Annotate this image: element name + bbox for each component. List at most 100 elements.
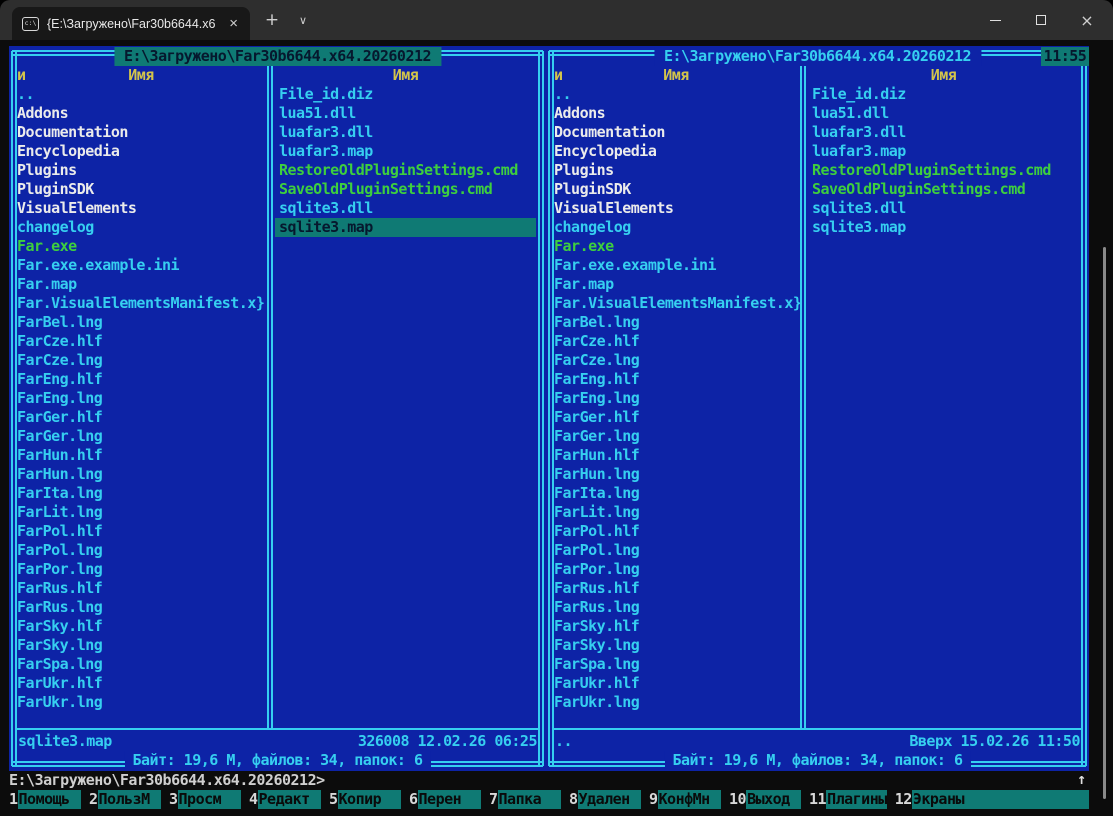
file-item[interactable]: SaveOldPluginSettings.cmd xyxy=(275,180,536,199)
file-item[interactable]: PluginSDK xyxy=(550,180,800,199)
file-item[interactable]: Documentation xyxy=(550,123,800,142)
file-item[interactable]: FarRus.hlf xyxy=(13,579,267,598)
file-item[interactable]: sqlite3.dll xyxy=(808,199,1079,218)
file-item[interactable]: FarLit.lng xyxy=(13,503,267,522)
file-item[interactable]: Addons xyxy=(550,104,800,123)
file-item[interactable]: PluginSDK xyxy=(13,180,267,199)
file-item[interactable]: FarUkr.lng xyxy=(550,693,800,712)
file-item[interactable]: FarGer.hlf xyxy=(550,408,800,427)
file-item[interactable]: .. xyxy=(13,85,267,104)
file-item[interactable]: FarSpa.lng xyxy=(550,655,800,674)
command-line[interactable]: E:\Загружено\Far30b6644.x64.20260212> xyxy=(9,771,325,790)
file-item[interactable]: lua51.dll xyxy=(275,104,536,123)
close-button[interactable]: × xyxy=(1064,0,1110,40)
file-item[interactable]: FarUkr.hlf xyxy=(13,674,267,693)
file-item[interactable]: FarGer.hlf xyxy=(13,408,267,427)
file-item[interactable]: FarRus.lng xyxy=(550,598,800,617)
file-item[interactable]: File_id.diz xyxy=(275,85,536,104)
fkey-3-button[interactable]: 3Просм xyxy=(169,790,249,809)
file-item[interactable]: changelog xyxy=(13,218,267,237)
file-item[interactable]: FarEng.lng xyxy=(13,389,267,408)
file-item[interactable]: FarSky.lng xyxy=(550,636,800,655)
file-item[interactable]: Far.exe xyxy=(550,237,800,256)
file-item[interactable]: sqlite3.dll xyxy=(275,199,536,218)
file-item[interactable]: luafar3.map xyxy=(808,142,1079,161)
file-item[interactable]: FarHun.lng xyxy=(550,465,800,484)
file-item[interactable]: changelog xyxy=(550,218,800,237)
fkey-5-button[interactable]: 5Копир xyxy=(329,790,409,809)
file-item[interactable]: Plugins xyxy=(550,161,800,180)
file-item[interactable]: Encyclopedia xyxy=(550,142,800,161)
file-item-selected[interactable]: sqlite3.map xyxy=(275,218,536,237)
maximize-button[interactable] xyxy=(1018,0,1064,40)
file-item[interactable]: FarUkr.hlf xyxy=(550,674,800,693)
file-item[interactable]: Far.exe.example.ini xyxy=(550,256,800,275)
file-item[interactable]: Documentation xyxy=(13,123,267,142)
fkey-7-button[interactable]: 7Папка xyxy=(489,790,569,809)
file-item[interactable]: .. xyxy=(550,85,800,104)
file-item[interactable]: Addons xyxy=(13,104,267,123)
file-item[interactable]: Far.map xyxy=(550,275,800,294)
file-item[interactable]: FarHun.hlf xyxy=(550,446,800,465)
fkey-8-button[interactable]: 8Удален xyxy=(569,790,649,809)
file-item[interactable]: FarEng.hlf xyxy=(13,370,267,389)
fkey-4-button[interactable]: 4Редакт xyxy=(249,790,329,809)
file-item[interactable]: FarPol.lng xyxy=(550,541,800,560)
file-item[interactable]: FarSky.hlf xyxy=(550,617,800,636)
file-item[interactable]: FarCze.hlf xyxy=(550,332,800,351)
file-item[interactable]: Far.VisualElementsManifest.x} xyxy=(550,294,800,313)
file-item[interactable]: luafar3.dll xyxy=(275,123,536,142)
file-item[interactable]: RestoreOldPluginSettings.cmd xyxy=(808,161,1079,180)
fkey-1-button[interactable]: 1Помощь xyxy=(9,790,89,809)
file-item[interactable]: FarUkr.lng xyxy=(13,693,267,712)
file-item[interactable]: Far.exe xyxy=(13,237,267,256)
file-item[interactable]: FarSky.lng xyxy=(13,636,267,655)
file-item[interactable]: FarPol.lng xyxy=(13,541,267,560)
file-item[interactable]: SaveOldPluginSettings.cmd xyxy=(808,180,1079,199)
file-item[interactable]: FarHun.hlf xyxy=(13,446,267,465)
file-item[interactable]: FarPol.hlf xyxy=(550,522,800,541)
file-item[interactable]: FarHun.lng xyxy=(13,465,267,484)
terminal-tab[interactable]: c:\ {E:\Загружено\Far30b6644.x6 × xyxy=(12,7,250,40)
fkey-9-button[interactable]: 9КонфМн xyxy=(649,790,729,809)
file-item[interactable]: FarGer.lng xyxy=(550,427,800,446)
file-item[interactable]: File_id.diz xyxy=(808,85,1079,104)
fkey-2-button[interactable]: 2ПользМ xyxy=(89,790,169,809)
file-item[interactable]: RestoreOldPluginSettings.cmd xyxy=(275,161,536,180)
file-item[interactable]: VisualElements xyxy=(550,199,800,218)
file-item[interactable]: luafar3.dll xyxy=(808,123,1079,142)
minimize-button[interactable] xyxy=(972,0,1018,40)
file-item[interactable]: FarRus.hlf xyxy=(550,579,800,598)
file-item[interactable]: FarRus.lng xyxy=(13,598,267,617)
file-item[interactable]: FarPor.lng xyxy=(550,560,800,579)
file-item[interactable]: Far.exe.example.ini xyxy=(13,256,267,275)
file-item[interactable]: FarCze.lng xyxy=(550,351,800,370)
file-item[interactable]: Far.VisualElementsManifest.x} xyxy=(13,294,267,313)
fkey-6-button[interactable]: 6Перен xyxy=(409,790,489,809)
file-item[interactable]: FarPol.hlf xyxy=(13,522,267,541)
file-item[interactable]: FarEng.lng xyxy=(550,389,800,408)
fkey-12-button[interactable]: 12Экраны xyxy=(895,790,1089,809)
file-item[interactable]: lua51.dll xyxy=(808,104,1079,123)
file-item[interactable]: FarCze.hlf xyxy=(13,332,267,351)
file-item[interactable]: FarSky.hlf xyxy=(13,617,267,636)
file-item[interactable]: Plugins xyxy=(13,161,267,180)
tab-close-icon[interactable]: × xyxy=(227,16,240,31)
file-item[interactable]: FarIta.lng xyxy=(13,484,267,503)
file-item[interactable]: FarBel.lng xyxy=(550,313,800,332)
file-item[interactable]: FarSpa.lng xyxy=(13,655,267,674)
file-item[interactable]: FarPor.lng xyxy=(13,560,267,579)
file-item[interactable]: FarLit.lng xyxy=(550,503,800,522)
file-item[interactable]: FarCze.lng xyxy=(13,351,267,370)
fkey-11-button[interactable]: 11Плагины xyxy=(809,790,895,809)
file-item[interactable]: FarEng.hlf xyxy=(550,370,800,389)
file-item[interactable]: Encyclopedia xyxy=(13,142,267,161)
new-tab-button[interactable]: + xyxy=(258,0,286,40)
file-item[interactable]: FarBel.lng xyxy=(13,313,267,332)
file-item[interactable]: VisualElements xyxy=(13,199,267,218)
tab-dropdown-button[interactable]: ∨ xyxy=(290,0,316,40)
file-item[interactable]: FarIta.lng xyxy=(550,484,800,503)
file-item[interactable]: FarGer.lng xyxy=(13,427,267,446)
scrollbar-thumb[interactable] xyxy=(1103,247,1106,799)
file-item[interactable]: Far.map xyxy=(13,275,267,294)
